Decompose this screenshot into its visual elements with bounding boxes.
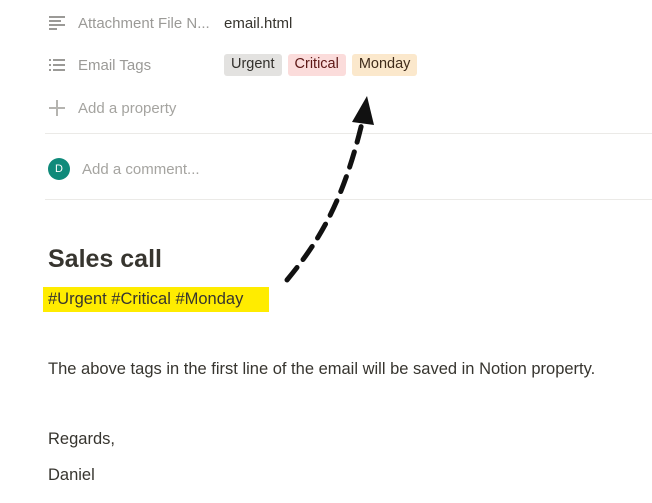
list-icon	[48, 56, 66, 74]
add-property-button[interactable]: Add a property	[48, 93, 176, 123]
property-name-attachment[interactable]: Attachment File N...	[78, 15, 224, 32]
avatar: D	[48, 158, 70, 180]
page-heading: Sales call	[48, 245, 162, 273]
divider	[45, 199, 652, 200]
signature-text: Daniel	[48, 466, 95, 484]
property-name-email-tags[interactable]: Email Tags	[78, 57, 224, 74]
comment-row: D	[48, 156, 382, 182]
divider	[45, 133, 652, 134]
closing-text: Regards,	[48, 430, 115, 448]
paragraph-text: The above tags in the first line of the …	[48, 360, 596, 378]
add-property-label: Add a property	[78, 99, 177, 117]
tag-critical[interactable]: Critical	[287, 54, 346, 76]
tag-monday[interactable]: Monday	[351, 54, 418, 76]
notion-page: Attachment File N... email.html Email Ta…	[0, 0, 652, 503]
property-value-attachment[interactable]: email.html	[224, 15, 292, 32]
comment-input[interactable]	[82, 160, 382, 178]
tag-urgent[interactable]: Urgent	[224, 54, 282, 76]
text-lines-icon	[48, 14, 66, 32]
highlighted-tags-line: #Urgent #Critical #Monday	[43, 287, 269, 312]
plus-icon	[48, 99, 66, 117]
email-tags-value[interactable]: Urgent Critical Monday	[224, 54, 418, 76]
property-row-attachment[interactable]: Attachment File N... email.html	[48, 8, 292, 38]
property-row-email-tags[interactable]: Email Tags Urgent Critical Monday	[48, 50, 418, 80]
